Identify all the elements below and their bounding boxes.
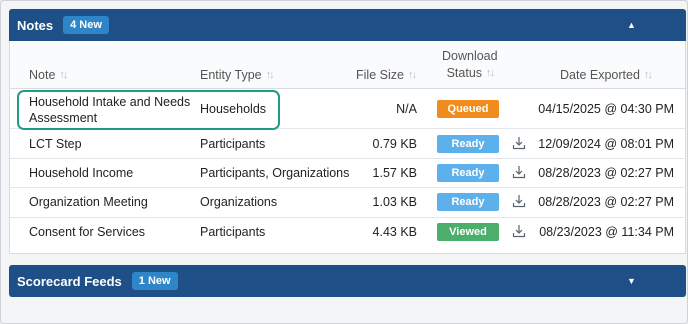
highlight-outline [17, 90, 280, 130]
date-exported-cell: 08/28/2023 @ 02:27 PM [538, 195, 674, 209]
date-exported-cell: 12/09/2024 @ 08:01 PM [538, 137, 674, 151]
collapse-caret-icon[interactable]: ▲ [627, 20, 636, 30]
file-size-cell: 1.57 KB [372, 166, 417, 180]
column-header-file-size[interactable]: File Size ↑↓ [356, 68, 417, 82]
status-cell: Viewed [437, 223, 499, 241]
column-header-download-status-line1: Download [442, 49, 498, 63]
date-exported-cell: 08/28/2023 @ 02:27 PM [538, 166, 674, 180]
status-cell: Queued [437, 100, 499, 118]
note-cell: Organization Meeting [29, 195, 148, 209]
notes-new-badge: 4 New [63, 16, 109, 34]
column-header-download-status[interactable]: Download Status ↑↓ [442, 49, 498, 80]
file-size-cell: 4.43 KB [372, 225, 417, 239]
table-row[interactable]: Household Income Participants, Organizat… [10, 159, 685, 188]
notes-table: Note ↑↓ Entity Type ↑↓ File Size ↑↓ Down… [9, 41, 686, 254]
status-cell: Ready [437, 193, 499, 211]
scorecard-panel-title: Scorecard Feeds [17, 273, 122, 289]
sort-icon[interactable]: ↑↓ [644, 69, 653, 81]
table-header: Note ↑↓ Entity Type ↑↓ File Size ↑↓ Down… [10, 41, 685, 89]
column-header-date-exported-label: Date Exported [560, 68, 640, 82]
download-icon[interactable] [512, 224, 526, 238]
entity-type-cell: Participants [200, 137, 266, 151]
note-cell: Consent for Services [29, 225, 146, 239]
download-icon[interactable] [512, 194, 526, 208]
column-header-download-status-line2: Status [446, 66, 483, 80]
entity-type-cell: Participants [200, 225, 266, 239]
note-cell: Household Income [29, 166, 134, 180]
file-size-cell: 1.03 KB [372, 195, 417, 209]
file-size-cell: 0.79 KB [372, 137, 417, 151]
scorecard-panel-header[interactable]: Scorecard Feeds 1 New ▼ [9, 265, 686, 297]
note-cell: LCT Step [29, 137, 82, 151]
scorecard-new-badge: 1 New [131, 272, 178, 290]
status-badge: Ready [437, 193, 499, 211]
column-header-note-label: Note [29, 68, 56, 82]
column-header-note[interactable]: Note ↑↓ [29, 68, 68, 82]
sort-icon[interactable]: ↑↓ [408, 69, 417, 81]
file-size-cell: N/A [396, 102, 417, 116]
status-cell: Ready [437, 164, 499, 182]
entity-type-cell: Participants, Organizations [200, 166, 350, 180]
date-exported-cell: 08/23/2023 @ 11:34 PM [539, 225, 674, 239]
sort-icon[interactable]: ↑↓ [266, 69, 275, 81]
date-exported-cell: 04/15/2025 @ 04:30 PM [538, 102, 674, 116]
download-icon[interactable] [512, 136, 526, 150]
column-header-date-exported[interactable]: Date Exported ↑↓ [560, 68, 653, 82]
download-icon[interactable] [512, 165, 526, 179]
table-row[interactable]: Consent for Services Participants 4.43 K… [10, 218, 685, 248]
expand-caret-icon[interactable]: ▼ [627, 276, 636, 286]
table-row[interactable]: Organization Meeting Organizations 1.03 … [10, 188, 685, 218]
notes-panel-header[interactable]: Notes 4 New ▲ [9, 9, 686, 41]
status-badge: Viewed [437, 223, 499, 241]
notes-panel-title: Notes [17, 17, 54, 33]
table-row[interactable]: LCT Step Participants 0.79 KB Ready 12/0… [10, 130, 685, 159]
status-cell: Ready [437, 135, 499, 153]
status-badge: Ready [437, 135, 499, 153]
sort-icon[interactable]: ↑↓ [486, 67, 495, 79]
column-header-entity-type[interactable]: Entity Type ↑↓ [200, 68, 275, 82]
status-badge: Queued [437, 100, 499, 118]
sort-icon[interactable]: ↑↓ [59, 69, 68, 81]
page-frame: Notes 4 New ▲ Note ↑↓ Entity Type ↑↓ Fil… [0, 0, 688, 324]
column-header-file-size-label: File Size [356, 68, 404, 82]
column-header-entity-type-label: Entity Type [200, 68, 262, 82]
entity-type-cell: Organizations [200, 195, 278, 209]
status-badge: Ready [437, 164, 499, 182]
